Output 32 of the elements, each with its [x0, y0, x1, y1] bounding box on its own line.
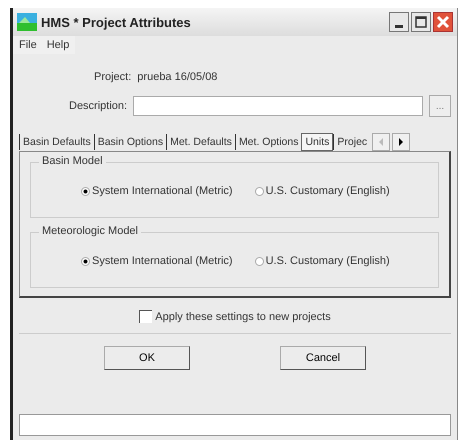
right-arrow-icon [398, 138, 404, 146]
project-name: prueba 16/05/08 [137, 71, 218, 83]
radio-option[interactable]: U.S. Customary (English) [254, 185, 390, 197]
radio-option[interactable]: System International (Metric) [81, 255, 233, 267]
tab[interactable]: Projec [333, 134, 370, 150]
group-title: Basin Model [39, 155, 106, 167]
description-field[interactable] [133, 96, 423, 116]
window-title: HMS * Project Attributes [41, 14, 191, 30]
landscape-icon [17, 13, 37, 31]
maximize-button[interactable] [411, 12, 431, 32]
tab[interactable]: Units [301, 133, 334, 151]
minimize-icon [395, 24, 403, 28]
scroll-right-button[interactable] [392, 133, 410, 151]
dialog-button[interactable]: Cancel [280, 346, 366, 370]
dialog-button[interactable]: OK [104, 346, 190, 370]
tab[interactable]: Basin Options [94, 134, 166, 150]
tab[interactable]: Met. Defaults [166, 134, 235, 150]
group-title: Meteorologic Model [39, 225, 141, 237]
menu-item[interactable]: Help [46, 39, 70, 51]
description-label: Description: [69, 100, 128, 112]
radio-option[interactable]: U.S. Customary (English) [254, 255, 390, 267]
close-button[interactable] [433, 12, 453, 32]
menu-item[interactable]: File [19, 39, 37, 51]
browse-button[interactable]: ... [429, 95, 451, 117]
minimize-button[interactable] [389, 12, 409, 32]
project-label: Project: [94, 71, 132, 83]
apply-checkbox[interactable]: Apply these settings to new projects [139, 310, 331, 323]
left-arrow-icon [378, 138, 384, 146]
radio-option[interactable]: System International (Metric) [81, 185, 233, 197]
maximize-icon [415, 16, 427, 28]
tab[interactable]: Basin Defaults [19, 134, 94, 150]
close-icon [436, 15, 450, 29]
